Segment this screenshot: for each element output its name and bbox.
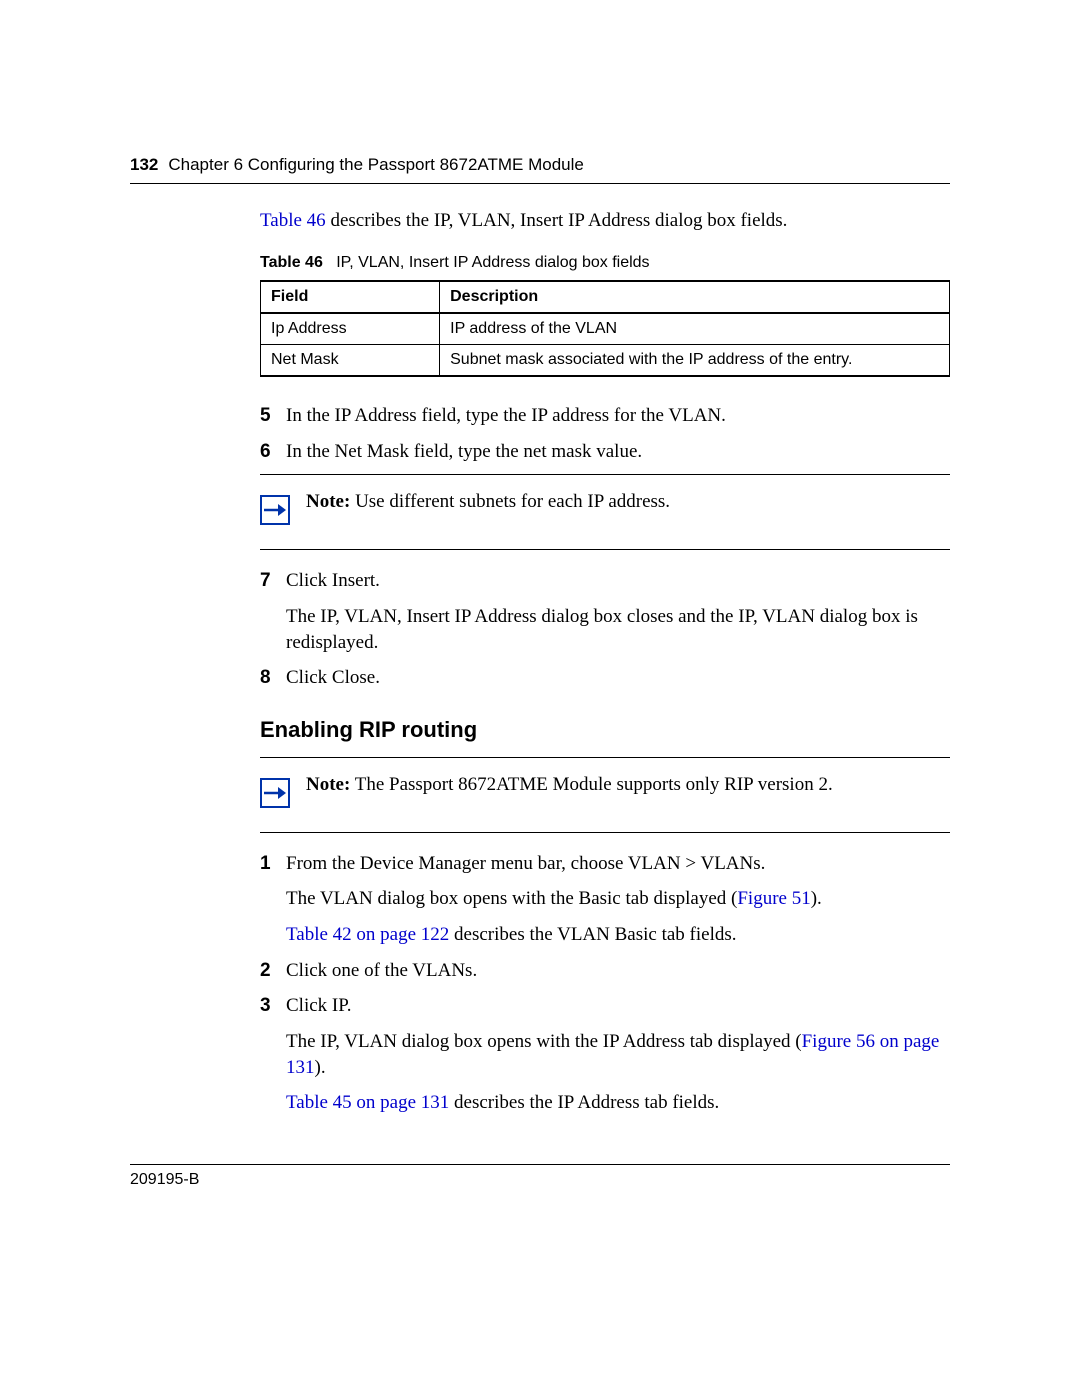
note-text: Note: Use different subnets for each IP …: [306, 487, 950, 515]
intro-text: describes the IP, VLAN, Insert IP Addres…: [326, 210, 788, 231]
step-text: In the Net Mask field, type the net mask…: [286, 439, 950, 465]
step-number: 1: [260, 851, 286, 948]
text: ).: [315, 1057, 326, 1078]
step-5: 5 In the IP Address field, type the IP a…: [260, 403, 950, 429]
step-number: 5: [260, 403, 286, 429]
step-text: In the IP Address field, type the IP add…: [286, 403, 950, 429]
figure-51-link[interactable]: Figure 51: [737, 888, 810, 909]
arrow-right-icon: [260, 778, 290, 808]
step-paragraph: The IP, VLAN dialog box opens with the I…: [286, 1029, 950, 1080]
page-footer: 209195-B: [130, 1164, 950, 1189]
note-block-1: Note: Use different subnets for each IP …: [260, 474, 950, 550]
step-paragraph: Table 45 on page 131 describes the IP Ad…: [286, 1090, 950, 1116]
step-6: 6 In the Net Mask field, type the net ma…: [260, 439, 950, 465]
table-46-title: IP, VLAN, Insert IP Address dialog box f…: [336, 254, 649, 271]
cell-field: Net Mask: [261, 345, 440, 377]
step-number: 8: [260, 665, 286, 691]
step-text: Click Insert.: [286, 568, 950, 594]
note-body: The Passport 8672ATME Module supports on…: [350, 774, 832, 795]
cell-description: Subnet mask associated with the IP addre…: [440, 345, 950, 377]
step-2: 2 Click one of the VLANs.: [260, 958, 950, 984]
table-46-caption: Table 46 IP, VLAN, Insert IP Address dia…: [260, 254, 950, 272]
page: 132 Chapter 6 Configuring the Passport 8…: [0, 0, 1080, 1249]
step-paragraph: The IP, VLAN, Insert IP Address dialog b…: [286, 604, 950, 655]
th-description: Description: [440, 281, 950, 313]
text: describes the IP Address tab fields.: [449, 1092, 719, 1113]
note-block-2: Note: The Passport 8672ATME Module suppo…: [260, 757, 950, 833]
running-header: 132 Chapter 6 Configuring the Passport 8…: [130, 155, 950, 184]
table-45-link[interactable]: Table 45 on page 131: [286, 1092, 449, 1113]
step-text: From the Device Manager menu bar, choose…: [286, 851, 950, 877]
content: Table 46 describes the IP, VLAN, Insert …: [260, 210, 950, 1116]
page-number: 132: [130, 155, 158, 175]
th-field: Field: [261, 281, 440, 313]
step-paragraph: The VLAN dialog box opens with the Basic…: [286, 886, 950, 912]
table-row: Ip Address IP address of the VLAN: [261, 313, 950, 345]
step-text: Click one of the VLANs.: [286, 958, 950, 984]
note-label: Note:: [306, 491, 350, 512]
text: ).: [811, 888, 822, 909]
table-46-label: Table 46: [260, 254, 323, 271]
table-row: Net Mask Subnet mask associated with the…: [261, 345, 950, 377]
step-3: 3 Click IP. The IP, VLAN dialog box open…: [260, 993, 950, 1116]
arrow-right-icon: [260, 495, 290, 525]
section-heading: Enabling RIP routing: [260, 717, 950, 743]
step-1: 1 From the Device Manager menu bar, choo…: [260, 851, 950, 948]
document-number: 209195-B: [130, 1171, 199, 1188]
table-46-link[interactable]: Table 46: [260, 210, 326, 231]
table-42-link[interactable]: Table 42 on page 122: [286, 924, 449, 945]
text: The VLAN dialog box opens with the Basic…: [286, 888, 737, 909]
step-7: 7 Click Insert. The IP, VLAN, Insert IP …: [260, 568, 950, 655]
step-text: Click Close.: [286, 665, 950, 691]
step-text: Click IP.: [286, 993, 950, 1019]
note-label: Note:: [306, 774, 350, 795]
step-paragraph: Table 42 on page 122 describes the VLAN …: [286, 922, 950, 948]
step-number: 3: [260, 993, 286, 1116]
cell-description: IP address of the VLAN: [440, 313, 950, 345]
step-number: 6: [260, 439, 286, 465]
chapter-title: Chapter 6 Configuring the Passport 8672A…: [168, 155, 583, 175]
text: describes the VLAN Basic tab fields.: [449, 924, 736, 945]
step-8: 8 Click Close.: [260, 665, 950, 691]
text: The IP, VLAN dialog box opens with the I…: [286, 1031, 802, 1052]
step-number: 7: [260, 568, 286, 655]
note-body: Use different subnets for each IP addres…: [350, 491, 670, 512]
step-number: 2: [260, 958, 286, 984]
table-46: Field Description Ip Address IP address …: [260, 280, 950, 377]
intro-paragraph: Table 46 describes the IP, VLAN, Insert …: [260, 210, 950, 232]
table-header-row: Field Description: [261, 281, 950, 313]
note-text: Note: The Passport 8672ATME Module suppo…: [306, 770, 950, 798]
cell-field: Ip Address: [261, 313, 440, 345]
